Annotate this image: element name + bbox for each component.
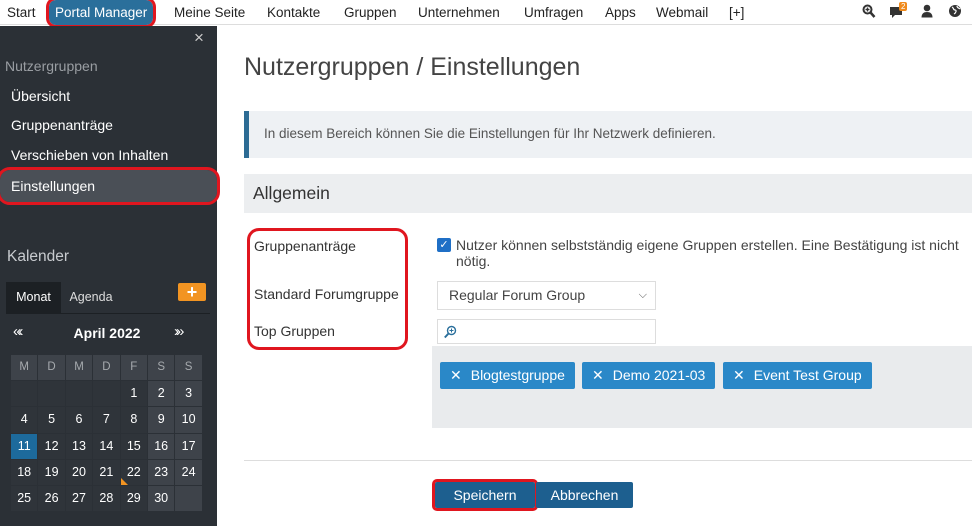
calendar-day[interactable]: 9 bbox=[148, 407, 175, 433]
calendar-weekday: M bbox=[11, 355, 38, 380]
calendar-day[interactable]: 18 bbox=[11, 459, 38, 485]
calendar-day[interactable]: 11 bbox=[11, 433, 38, 459]
forum-group-value: Regular Forum Group bbox=[449, 287, 586, 303]
nav-webmail[interactable]: Webmail bbox=[656, 0, 708, 25]
nav-umfragen[interactable]: Umfragen bbox=[524, 0, 583, 25]
calendar-day[interactable]: 14 bbox=[93, 433, 120, 459]
top-groups-tag-area: ✕ Blogtestgruppe ✕ Demo 2021-03 ✕ Event Tes… bbox=[432, 346, 972, 428]
calendar-day[interactable]: 13 bbox=[65, 433, 93, 459]
calendar-day[interactable]: 26 bbox=[38, 486, 65, 512]
calendar-day[interactable]: 4 bbox=[11, 407, 38, 433]
search-plus-icon[interactable] bbox=[862, 4, 876, 21]
calendar-weekday: D bbox=[93, 355, 120, 380]
calendar-day[interactable]: 28 bbox=[93, 486, 120, 512]
calendar-day[interactable]: 24 bbox=[175, 459, 202, 485]
calendar-day[interactable]: 22 bbox=[120, 459, 147, 485]
calendar-day[interactable]: 1 bbox=[120, 381, 147, 407]
user-icon[interactable] bbox=[921, 4, 933, 21]
checkbox-label: Nutzer können selbstständig eigene Grupp… bbox=[456, 237, 959, 269]
search-plus-icon bbox=[444, 325, 457, 339]
calendar-day[interactable]: 25 bbox=[11, 486, 38, 512]
tag-blogtestgruppe[interactable]: ✕ Blogtestgruppe bbox=[440, 362, 575, 389]
nav-apps[interactable]: Apps bbox=[605, 0, 636, 25]
calendar-day[interactable]: 2 bbox=[148, 381, 175, 407]
forum-group-select[interactable]: Regular Forum Group ⌵ bbox=[437, 281, 656, 310]
calendar-weekday: S bbox=[148, 355, 175, 380]
nav-gruppen[interactable]: Gruppen bbox=[344, 0, 397, 25]
section-heading: Allgemein bbox=[244, 174, 972, 213]
nav-unternehmen[interactable]: Unternehmen bbox=[418, 0, 500, 25]
remove-tag-icon[interactable]: ✕ bbox=[592, 367, 604, 383]
calendar-weekday: M bbox=[65, 355, 93, 380]
next-month-icon[interactable]: ›» bbox=[174, 323, 184, 340]
calendar-day[interactable]: 29 bbox=[120, 486, 147, 512]
remove-tag-icon[interactable]: ✕ bbox=[450, 367, 462, 383]
calendar-empty-cell bbox=[175, 486, 202, 512]
self-create-checkbox[interactable]: ✓ bbox=[437, 238, 451, 252]
calendar-month: April 2022 bbox=[73, 325, 141, 341]
calendar-day[interactable]: 8 bbox=[120, 407, 147, 433]
nav-kontakte[interactable]: Kontakte bbox=[267, 0, 320, 25]
calendar-day[interactable]: 19 bbox=[38, 459, 65, 485]
sidebar-item-uebersicht[interactable]: Übersicht bbox=[0, 81, 217, 111]
sidebar-item-verschieben[interactable]: Verschieben von Inhalten bbox=[0, 140, 217, 170]
calendar-day[interactable]: 10 bbox=[175, 407, 202, 433]
remove-tag-icon[interactable]: ✕ bbox=[733, 367, 745, 383]
calendar-day[interactable]: 17 bbox=[175, 433, 202, 459]
calendar-divider bbox=[6, 313, 210, 314]
calendar-weekday: D bbox=[38, 355, 65, 380]
nav-more[interactable]: [+] bbox=[729, 0, 744, 25]
add-event-button[interactable]: + bbox=[178, 283, 206, 301]
labels-highlight bbox=[247, 228, 408, 350]
nav-start[interactable]: Start bbox=[7, 0, 36, 25]
calendar-day[interactable]: 5 bbox=[38, 407, 65, 433]
save-button[interactable]: Speichern bbox=[432, 479, 538, 511]
calendar-day[interactable]: 20 bbox=[65, 459, 93, 485]
calendar-day[interactable]: 12 bbox=[38, 433, 65, 459]
chat-icon[interactable]: 2 bbox=[889, 2, 913, 21]
cancel-button[interactable]: Abbrechen bbox=[536, 482, 633, 508]
globe-icon[interactable] bbox=[948, 4, 962, 21]
sidebar-item-einstellungen[interactable]: Einstellungen bbox=[0, 167, 220, 205]
nav-portal-manager[interactable]: Portal Manager bbox=[45, 0, 157, 28]
calendar-weekday: S bbox=[175, 355, 202, 380]
calendar-empty-cell bbox=[11, 381, 38, 407]
tag-demo-2021-03[interactable]: ✕ Demo 2021-03 bbox=[582, 362, 716, 389]
close-icon[interactable]: × bbox=[194, 28, 204, 48]
tag-label: Event Test Group bbox=[753, 367, 862, 383]
top-navigation: Start Portal Manager Meine Seite Kontakt… bbox=[0, 0, 972, 28]
info-box: In diesem Bereich können Sie die Einstel… bbox=[244, 111, 972, 158]
nav-meine-seite[interactable]: Meine Seite bbox=[174, 0, 245, 25]
tab-agenda[interactable]: Agenda bbox=[61, 282, 121, 313]
calendar-day[interactable]: 27 bbox=[65, 486, 93, 512]
notification-badge: 2 bbox=[899, 2, 908, 11]
tag-label: Blogtestgruppe bbox=[470, 367, 565, 383]
sidebar: × Nutzergruppen Übersicht Gruppenanträge… bbox=[0, 26, 220, 526]
prev-month-icon[interactable]: «‹ bbox=[13, 323, 23, 340]
calendar-day[interactable]: 6 bbox=[65, 407, 93, 433]
calendar-weekday: F bbox=[120, 355, 147, 380]
sidebar-item-gruppenantraege[interactable]: Gruppenanträge bbox=[0, 110, 217, 140]
tag-label: Demo 2021-03 bbox=[612, 367, 706, 383]
calendar-empty-cell bbox=[93, 381, 120, 407]
event-marker bbox=[120, 477, 128, 485]
sidebar-heading: Nutzergruppen bbox=[5, 58, 98, 74]
top-groups-search-input[interactable] bbox=[437, 319, 656, 344]
calendar-day[interactable]: 7 bbox=[93, 407, 120, 433]
page-title: Nutzergruppen / Einstellungen bbox=[244, 53, 581, 81]
calendar-day[interactable]: 23 bbox=[148, 459, 175, 485]
calendar-empty-cell bbox=[38, 381, 65, 407]
tag-event-test-group[interactable]: ✕ Event Test Group bbox=[723, 362, 872, 389]
tab-monat[interactable]: Monat bbox=[6, 282, 61, 313]
calendar-day[interactable]: 30 bbox=[148, 486, 175, 512]
calendar-empty-cell bbox=[65, 381, 93, 407]
chevron-down-icon: ⌵ bbox=[638, 289, 647, 301]
calendar-day[interactable]: 3 bbox=[175, 381, 202, 407]
calendar-day[interactable]: 15 bbox=[120, 433, 147, 459]
calendar-day[interactable]: 21 bbox=[93, 459, 120, 485]
form-divider bbox=[244, 460, 972, 461]
calendar-title: Kalender bbox=[7, 248, 70, 265]
calendar-day[interactable]: 16 bbox=[148, 433, 175, 459]
